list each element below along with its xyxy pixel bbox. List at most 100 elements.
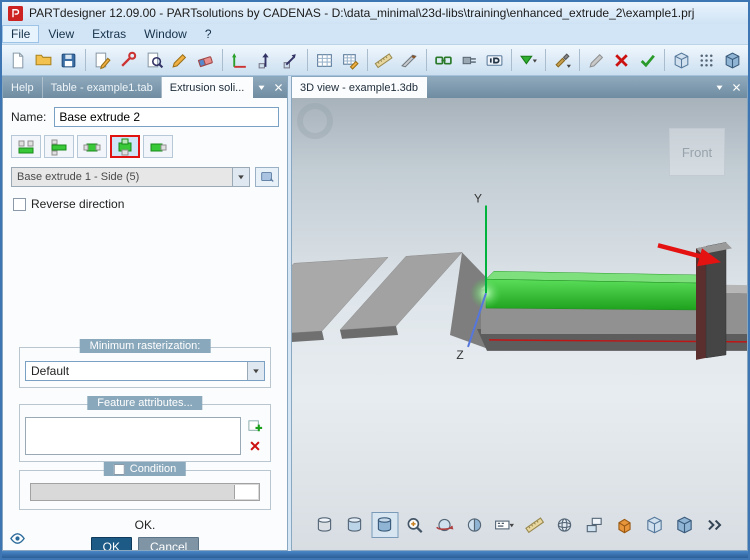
axis-up-button[interactable] — [253, 47, 278, 73]
cube-b-view-button[interactable] — [671, 512, 698, 538]
dropdown-green-button[interactable] — [516, 47, 541, 73]
pick-face-button[interactable] — [255, 167, 279, 187]
add-attribute-button[interactable] — [245, 417, 265, 435]
menu-extras[interactable]: Extras — [83, 25, 135, 43]
condition-group: Condition — [19, 470, 271, 510]
window-bottom-edge — [2, 551, 748, 558]
extrude-c-direction-button[interactable] — [77, 135, 107, 158]
tab-table-label: Table - example1.tab — [51, 82, 153, 94]
viewport-3d[interactable]: Y Z Front — [292, 98, 747, 550]
reference-combobox[interactable]: Base extrude 1 - Side (5) — [11, 167, 250, 187]
view-cube[interactable]: Front — [669, 128, 725, 176]
tab-help[interactable]: Help — [3, 77, 43, 98]
cutter-button[interactable] — [397, 47, 422, 73]
condition-input-field — [234, 485, 258, 499]
minimum-rasterization-combobox[interactable]: Default — [25, 361, 265, 381]
menu-help[interactable]: ? — [196, 25, 221, 43]
reverse-direction-checkbox[interactable] — [13, 198, 26, 211]
cube-solid-button[interactable] — [720, 47, 745, 73]
grid-points-button[interactable] — [695, 47, 720, 73]
material-box-view-button[interactable] — [611, 512, 638, 538]
toolbar-separator — [307, 49, 308, 71]
feature-attributes-label: Feature attributes... — [87, 396, 202, 410]
axis-z-button[interactable] — [278, 47, 303, 73]
tab-table[interactable]: Table - example1.tab — [43, 77, 162, 98]
checkmark-button[interactable] — [635, 47, 660, 73]
cube-a-view-button[interactable] — [641, 512, 668, 538]
fin1-edge-face — [292, 331, 324, 346]
feature-attributes-input[interactable] — [25, 417, 241, 455]
extrude-a-direction-button[interactable] — [11, 135, 41, 158]
left-tabbar: Help Table - example1.tab Extrusion soli… — [3, 77, 287, 98]
right-tabbar-controls — [711, 77, 747, 98]
save-file-button[interactable] — [57, 47, 82, 73]
ruler-button[interactable] — [372, 47, 397, 73]
toolbar-separator — [579, 49, 580, 71]
connector-button[interactable] — [457, 47, 482, 73]
zoom-document-button[interactable] — [142, 47, 167, 73]
panel-close-icon[interactable] — [270, 80, 286, 96]
tools-button[interactable] — [116, 47, 141, 73]
visibility-eye-icon[interactable] — [9, 530, 27, 546]
ok-button[interactable]: OK — [91, 537, 132, 550]
menu-view[interactable]: View — [39, 25, 83, 43]
eraser-button[interactable] — [193, 47, 218, 73]
viewport-toolbar — [311, 512, 728, 538]
delete-attribute-button[interactable] — [245, 437, 265, 455]
screwdriver-dropdown-button[interactable] — [550, 47, 575, 73]
layers-view-button[interactable] — [581, 512, 608, 538]
menu-window[interactable]: Window — [135, 25, 196, 43]
extrude-b-direction-button[interactable] — [44, 135, 74, 158]
toolbar-separator — [367, 49, 368, 71]
open-file-button[interactable] — [31, 47, 56, 73]
view-close-icon[interactable] — [728, 80, 744, 96]
tab-list-dropdown-icon[interactable] — [253, 80, 269, 96]
toolbar-separator — [511, 49, 512, 71]
link-button[interactable] — [431, 47, 456, 73]
dialog-buttons: OK Cancel — [3, 537, 287, 550]
extrude-e-direction-button[interactable] — [143, 135, 173, 158]
minimum-rasterization-arrow-icon[interactable] — [247, 362, 264, 380]
toolbar-separator — [426, 49, 427, 71]
reference-row: Base extrude 1 - Side (5) — [3, 160, 287, 189]
cylinder-wire-view-button[interactable] — [311, 512, 338, 538]
sketch-2d-button[interactable] — [227, 47, 252, 73]
cylinder-shaded-view-button[interactable] — [341, 512, 368, 538]
orbit-view-button[interactable] — [431, 512, 458, 538]
app-window: PARTdesigner 12.09.00 - PARTsolutions by… — [0, 0, 750, 560]
tab-extrusion-solid[interactable]: Extrusion soli... — [162, 77, 254, 98]
overflow-view-button[interactable] — [701, 512, 728, 538]
grid-edit-button[interactable] — [338, 47, 363, 73]
red-x-button[interactable] — [609, 47, 634, 73]
ruler-small-view-button[interactable] — [521, 512, 548, 538]
minimum-rasterization-label: Minimum rasterization: — [80, 339, 211, 353]
tab-help-label: Help — [11, 82, 34, 94]
id-tag-button[interactable] — [483, 47, 508, 73]
name-row: Name: — [3, 98, 287, 129]
edit-document-button[interactable] — [90, 47, 115, 73]
orbit-navigation-widget[interactable] — [297, 103, 333, 139]
grid-button[interactable] — [312, 47, 337, 73]
new-file-button[interactable] — [5, 47, 30, 73]
measure-dropdown-view-button[interactable] — [491, 512, 518, 538]
extrude-d-direction-button[interactable] — [110, 135, 140, 158]
cube-view-button[interactable] — [669, 47, 694, 73]
validation-status: OK. — [3, 518, 287, 532]
name-input[interactable] — [54, 107, 279, 127]
section-view-button[interactable] — [461, 512, 488, 538]
cancel-button[interactable]: Cancel — [138, 537, 199, 550]
zoom-fit-view-button[interactable] — [401, 512, 428, 538]
pencil-button[interactable] — [167, 47, 192, 73]
toolbar-separator — [545, 49, 546, 71]
reference-combobox-arrow-icon[interactable] — [232, 168, 249, 186]
condition-checkbox[interactable] — [114, 464, 125, 475]
title-bar: PARTdesigner 12.09.00 - PARTsolutions by… — [2, 2, 748, 24]
window-title: PARTdesigner 12.09.00 - PARTsolutions by… — [29, 6, 694, 20]
tab-3d-view[interactable]: 3D view - example1.3db — [292, 77, 427, 98]
direction-buttons — [3, 129, 287, 160]
view-tab-dropdown-icon[interactable] — [711, 80, 727, 96]
cylinder-solid-view-button[interactable] — [371, 512, 398, 538]
pencil-grey-button[interactable] — [584, 47, 609, 73]
mesh-sphere-view-button[interactable] — [551, 512, 578, 538]
menu-file[interactable]: File — [2, 25, 39, 43]
